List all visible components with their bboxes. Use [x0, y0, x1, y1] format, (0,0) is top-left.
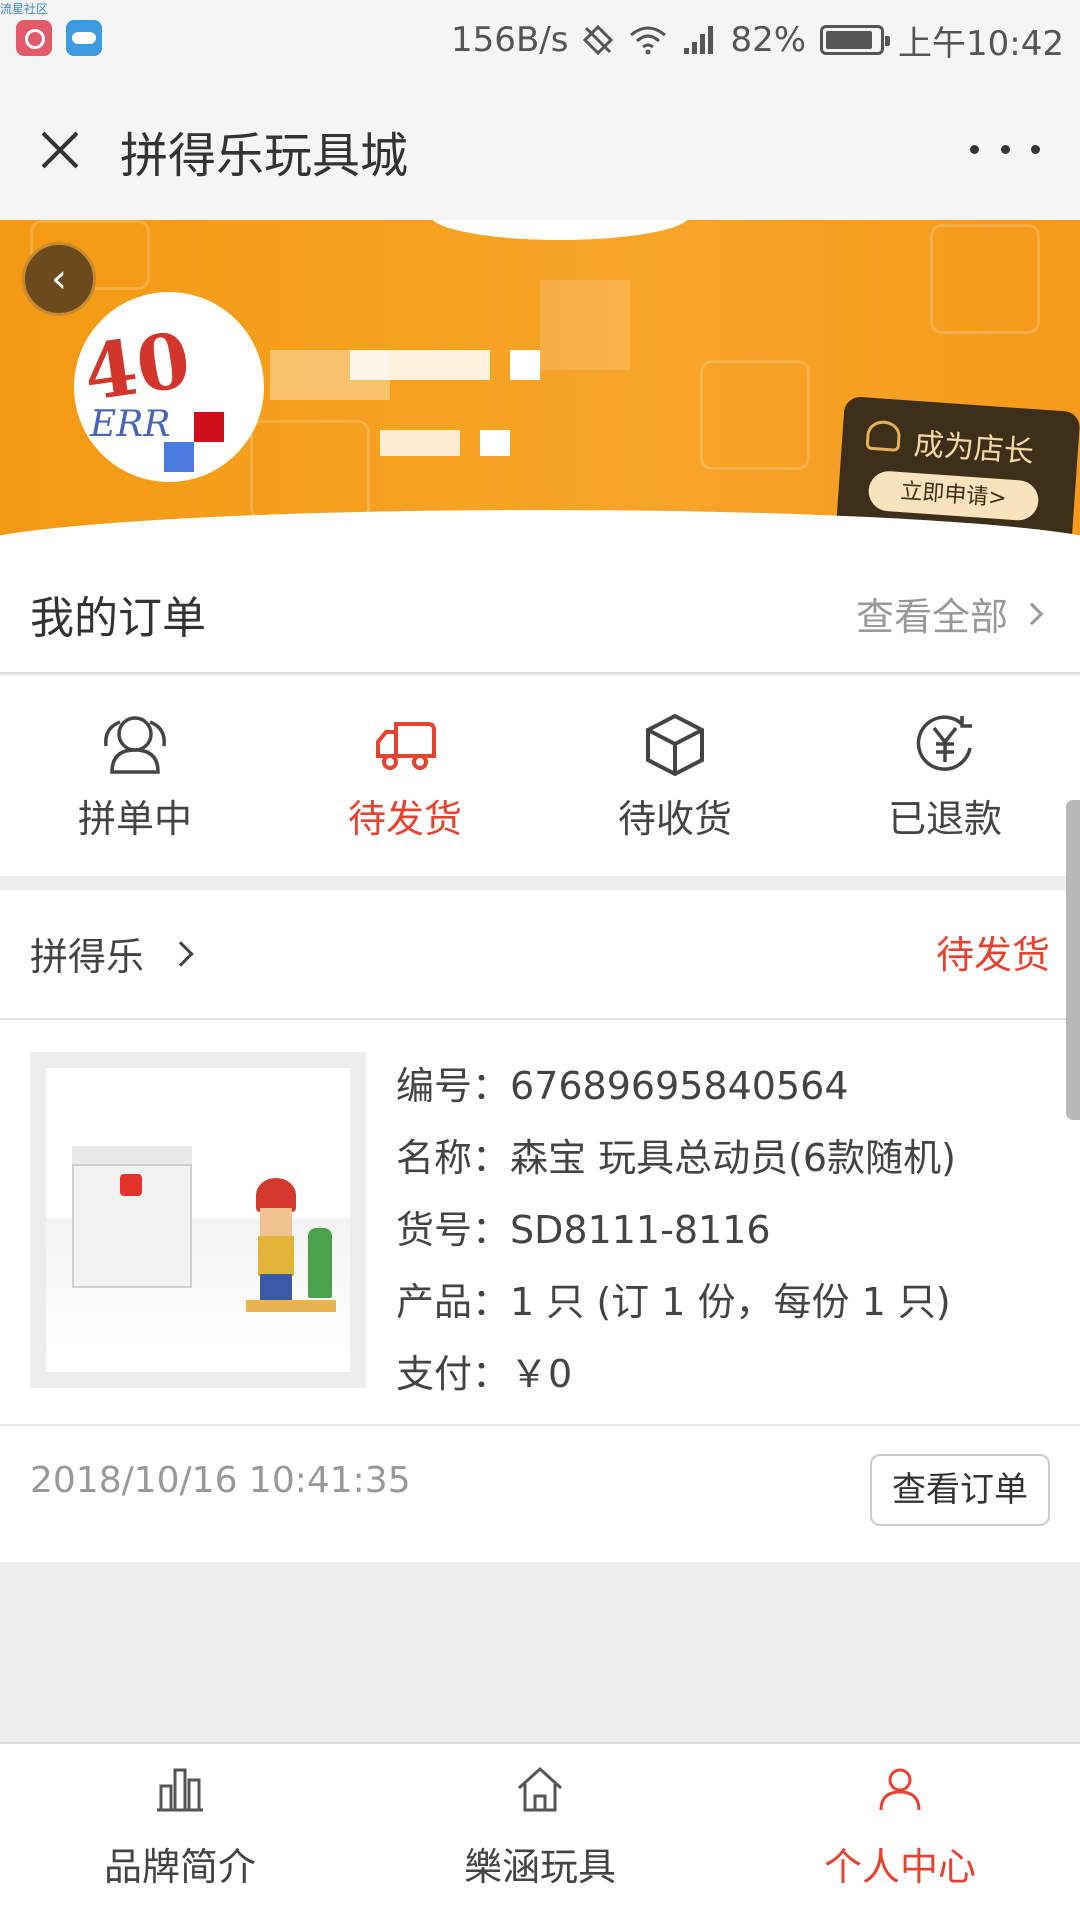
order-status: 待发货 [935, 933, 1050, 977]
nav-label: 个人中心 [823, 1845, 976, 1889]
tab-label: 待收货 [617, 797, 732, 841]
apply-now-button[interactable]: 立即申请> [867, 469, 1040, 522]
nav-personal-center[interactable]: 个人中心 [720, 1744, 1080, 1920]
avatar-text-top: 40 [78, 315, 196, 418]
order-card-footer: 2018/10/16 10:41:35 查看订单 [0, 1424, 1080, 1562]
order-number: 67689695840564 [510, 1064, 849, 1108]
orders-title: 我的订单 [30, 593, 206, 644]
package-icon [646, 713, 704, 777]
shop-name: 拼得乐 [30, 935, 145, 979]
quantity: 1 只 (订 1 份，每份 1 只) [510, 1280, 951, 1324]
net-speed: 156B/s [451, 20, 569, 60]
view-all-label: 查看全部 [855, 595, 1008, 639]
tab-label: 待发货 [347, 797, 462, 841]
view-order-button[interactable]: 查看订单 [870, 1454, 1050, 1526]
product-name-row: 名称：森宝 玩具总动员(6款随机) [396, 1136, 956, 1180]
status-right: 156B/s 82% 上午10:42 [451, 16, 1064, 64]
nav-brand-intro[interactable]: 品牌简介 [0, 1744, 360, 1920]
view-all-orders-link[interactable]: 查看全部 [855, 586, 1044, 641]
puzzle-decoration [930, 224, 1040, 334]
battery-icon [820, 25, 891, 55]
sku-row: 货号：SD8111-8116 [396, 1208, 771, 1252]
nav-label: 品牌简介 [103, 1845, 256, 1889]
become-owner-title: 成为店长 [912, 426, 1035, 471]
tab-group-buying[interactable]: 拼单中 [0, 676, 270, 876]
refund-icon [916, 715, 972, 771]
orders-header: 我的订单 查看全部 [0, 550, 1080, 674]
tab-awaiting-shipment[interactable]: 待发货 [270, 676, 540, 876]
battery-percent: 82% [730, 20, 807, 60]
signal-icon [682, 24, 716, 56]
banner-decoration [430, 220, 690, 240]
back-button[interactable]: ‹ [22, 242, 96, 316]
blurred-id [540, 280, 630, 370]
page-title: 拼得乐玩具城 [120, 128, 409, 184]
blurred-username [510, 350, 540, 380]
order-status-tabs: 拼单中 待发货 待收货 已退款 [0, 676, 1080, 876]
more-dots-icon[interactable] [970, 134, 1040, 164]
nav-label: 樂涵玩具 [463, 1845, 616, 1889]
product-name: 森宝 玩具总动员(6款随机) [510, 1136, 956, 1180]
puzzle-decoration [250, 420, 370, 520]
tab-awaiting-receipt[interactable]: 待收货 [540, 676, 810, 876]
toy-figure [256, 1178, 296, 1212]
pixel-block [194, 412, 224, 442]
close-icon[interactable] [30, 120, 90, 180]
product-image[interactable] [30, 1052, 366, 1388]
payment-row: 支付：￥0 [396, 1352, 573, 1396]
toy-figure [258, 1236, 294, 1276]
blurred-username [350, 350, 490, 380]
tab-label: 拼单中 [77, 797, 192, 841]
weather-icon [66, 20, 102, 56]
clock: 上午10:42 [898, 23, 1064, 64]
title-bar: 拼得乐玩具城 [0, 80, 1080, 220]
group-icon [104, 716, 166, 774]
toy-figure [308, 1228, 332, 1298]
corner-tag: 流星社区 [0, 2, 49, 16]
tab-refunded[interactable]: 已退款 [810, 676, 1080, 876]
home-icon [517, 1766, 563, 1812]
tab-label: 已退款 [887, 797, 1002, 841]
avatar[interactable]: 40 ERR [74, 292, 264, 482]
toy-base [246, 1300, 336, 1312]
order-number-row: 编号：67689695840564 [396, 1064, 849, 1108]
order-time: 2018/10/16 10:41:35 [30, 1460, 411, 1501]
shop-name-link[interactable]: 拼得乐 [30, 926, 194, 981]
order-card-header: 拼得乐 待发货 [0, 890, 1080, 1020]
pixel-block [164, 442, 194, 472]
profile-banner: ‹ 40 ERR 成为店长 立即申请> [0, 220, 1080, 550]
user-icon [879, 1768, 921, 1811]
sku: SD8111-8116 [510, 1208, 771, 1252]
truck-icon [376, 722, 436, 770]
blurred-id [480, 430, 510, 456]
app-notification-icon [16, 20, 52, 56]
no-sim-icon [582, 24, 614, 56]
nav-toys[interactable]: 樂涵玩具 [360, 1744, 720, 1920]
brand-logo [120, 1174, 142, 1196]
status-bar: 流星社区 156B/s 82% 上午10:42 [0, 0, 1080, 80]
quantity-row: 产品：1 只 (订 1 份，每份 1 只) [396, 1280, 951, 1324]
puzzle-decoration [700, 360, 810, 470]
wifi-icon [628, 24, 668, 56]
product-info: 编号：67689695840564 名称：森宝 玩具总动员(6款随机) 货号：S… [396, 1050, 1056, 1410]
blurred-id [380, 430, 460, 456]
crown-icon [865, 419, 902, 452]
toy-figure [260, 1208, 292, 1236]
bottom-nav: 品牌简介 樂涵玩具 个人中心 [0, 1742, 1080, 1920]
chevron-right-icon [168, 940, 194, 967]
order-card: 拼得乐 待发货 编号：67689695840564 名称：森宝 玩具总动员(6款… [0, 890, 1080, 1562]
payment-amount: ￥0 [510, 1352, 573, 1396]
avatar-text-bottom: ERR [90, 404, 171, 445]
chevron-right-icon [1020, 602, 1044, 625]
scrollbar[interactable] [1066, 800, 1080, 1120]
brand-icon [157, 1768, 203, 1812]
